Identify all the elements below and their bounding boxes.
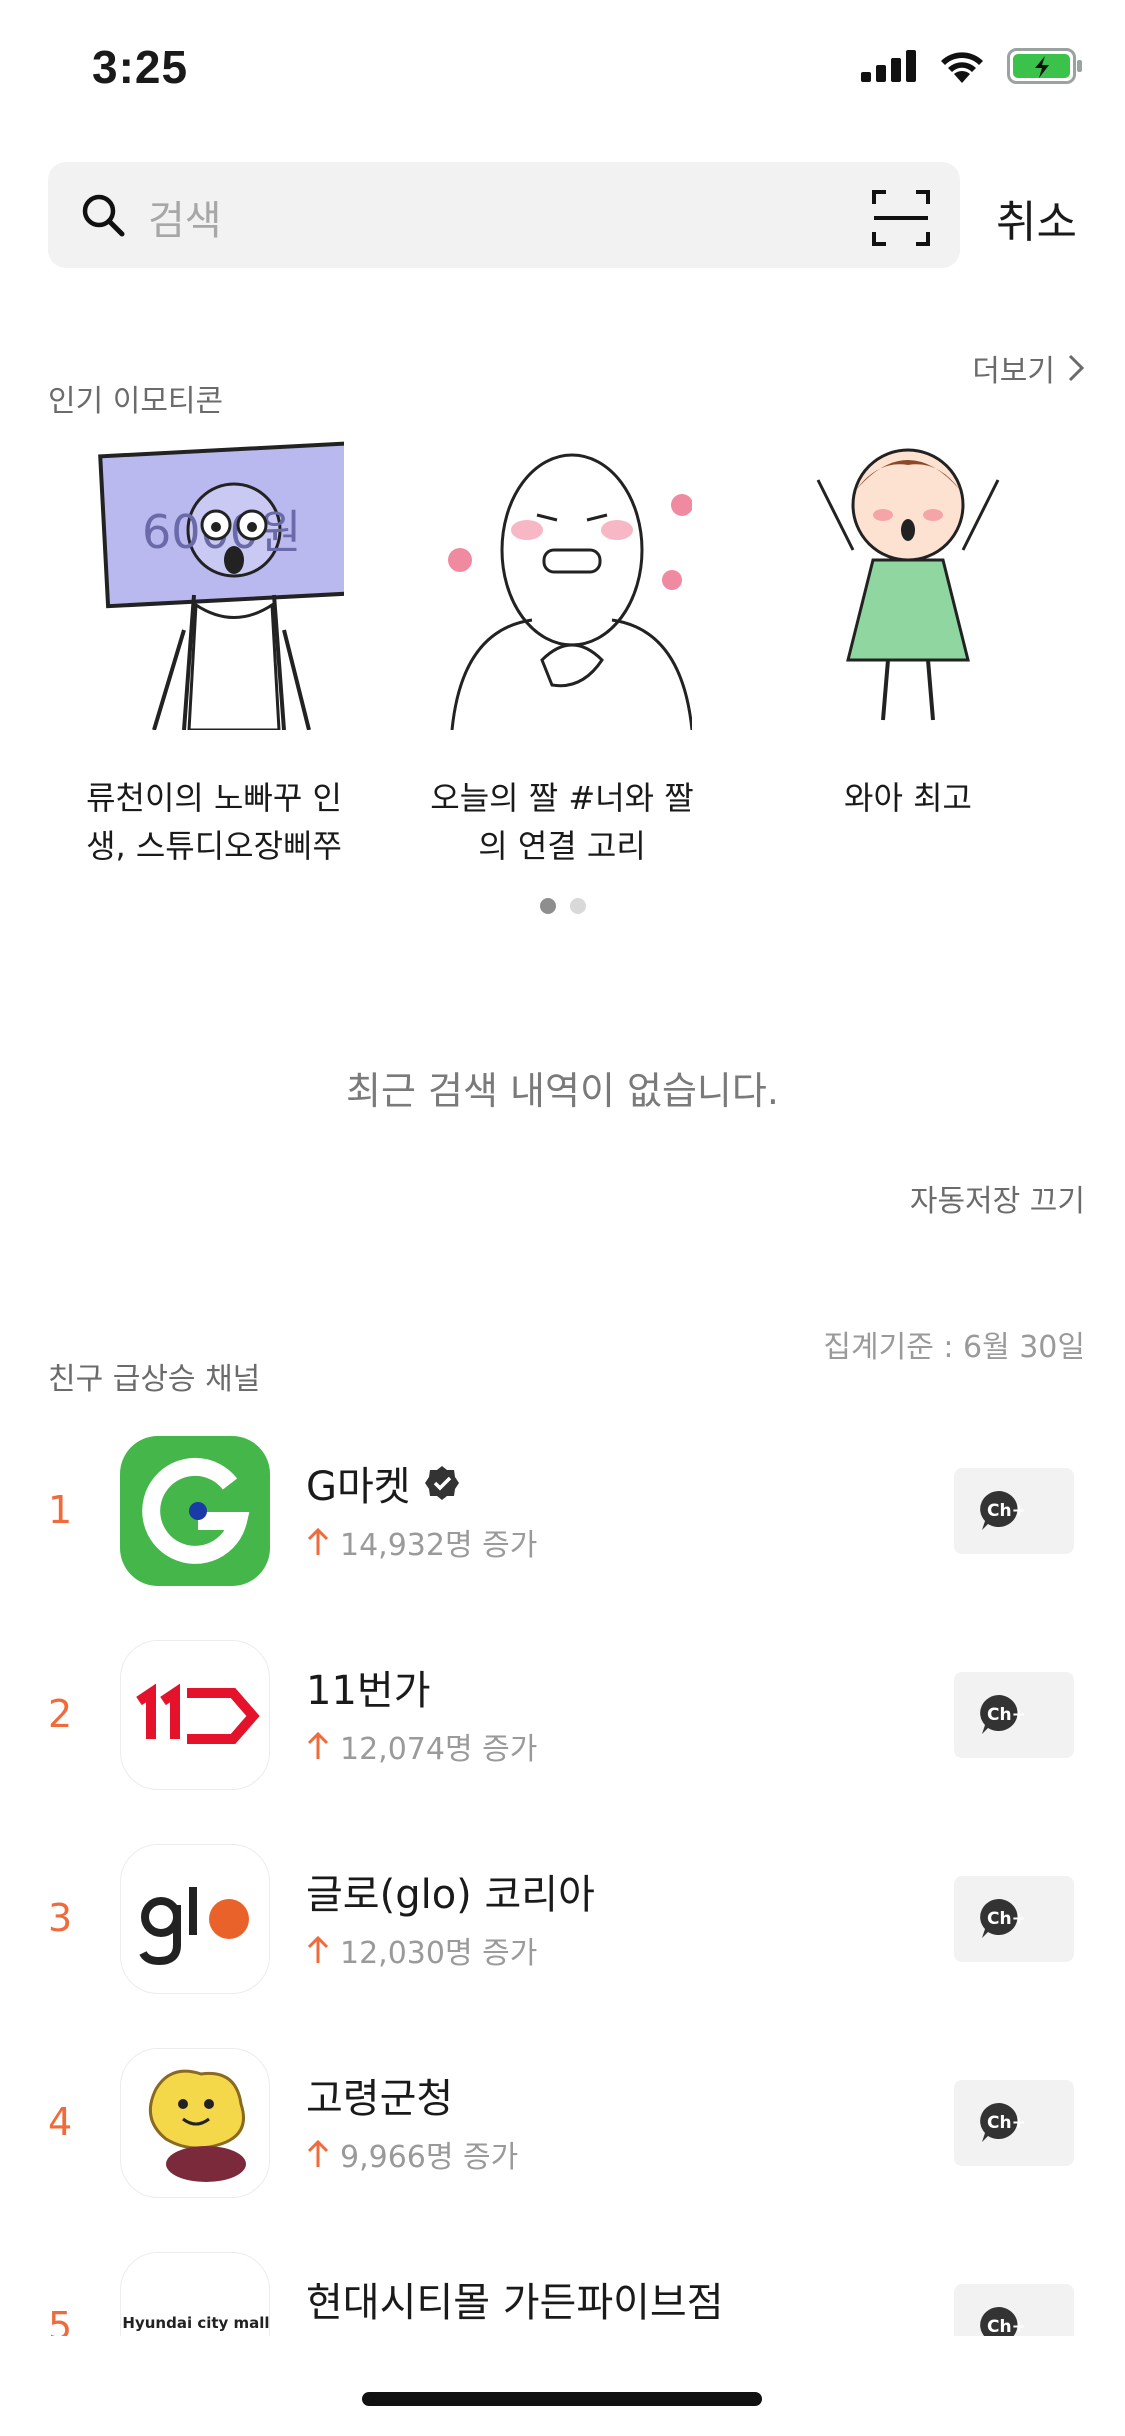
channel-name: 11번가 [306,1668,431,1714]
add-channel-button[interactable]: Ch+ [954,2080,1074,2166]
recent-search-empty-text: 최근 검색 내역이 없습니다. [346,1069,779,1113]
cancel-button[interactable]: 취소 [996,186,1077,250]
follower-increase: 12,030명 증가 [340,1936,538,1971]
arrow-up-icon [307,1731,329,1759]
rank-number: 4 [48,2100,73,2144]
home-indicator[interactable] [362,2392,762,2406]
11st-logo [120,1640,270,1790]
hyundai-logo-text: Hyundai city mall [122,2314,269,2332]
follower-increase: 14,932명 증가 [340,1528,538,1563]
verified-badge-icon [424,1466,459,1500]
rank-number: 3 [48,1896,73,1940]
aggregation-date: 집계기준 : 6월 30일 [823,1330,1085,1365]
channel-row[interactable]: 4 고령군청 9,966명 증가 Ch+ [0,2048,1125,2208]
popular-emoticons-title: 인기 이모티콘 [48,384,224,419]
emoticon-banknote-character-image: 6000원 [98,441,360,732]
increase-wrap: 12,030명 증가 [306,1928,537,1972]
more-button[interactable]: 더보기 [972,346,1085,390]
channel-name-wrap: G마켓 [306,1454,461,1512]
arrow-up-icon [307,1527,329,1555]
increase-wrap: 9,966명 증가 [306,2132,518,2176]
emoticon-title-line1: 와아 최고 [844,779,972,817]
gmarket-logo [120,1436,270,1586]
increase-wrap: 12,074명 증가 [306,1724,537,1768]
channel-add-icon: Ch+ [980,1899,1026,1938]
channel-row[interactable]: 2 11번가 12,074명 증가 Ch+ [0,1640,1125,1800]
channel-add-label: Ch+ [987,1909,1026,1929]
cellular-signal-icon [861,50,916,82]
page-dot-active [540,898,556,914]
channel-name: 글로(glo) 코리아 [306,1872,595,1918]
channel-name: 고령군청 [306,2076,454,2122]
glo-logo [120,1844,270,1994]
channel-add-icon: Ch+ [980,1491,1026,1530]
autosave-off-button[interactable]: 자동저장 끄기 [910,1176,1085,1220]
channel-name-wrap: 고령군청 [306,2066,453,2124]
channel-add-label: Ch+ [987,2113,1026,2133]
goryeong-mascot-logo [120,2048,270,2198]
emoticon-card-2[interactable]: 오늘의 짤 #너와 짤 의 연결 고리 [402,430,722,870]
page-dot [570,898,586,914]
wifi-icon [941,52,983,83]
channel-add-icon: Ch+ [980,2103,1026,2142]
rising-channels-title: 친구 급상승 채널 [48,1362,261,1397]
arrow-up-icon [307,2139,329,2167]
add-channel-button[interactable]: Ch+ [954,1468,1074,1554]
search-input[interactable]: 검색 [148,188,222,246]
more-label: 더보기 [972,354,1055,389]
add-channel-button[interactable]: Ch+ [954,1672,1074,1758]
emoticon-title-line1: 오늘의 짤 #너와 짤 [430,779,694,817]
search-icon [82,194,125,237]
qr-scan-icon[interactable] [872,190,930,246]
follower-increase: 12,074명 증가 [340,1732,538,1767]
emoticon-title-line2: 의 연결 고리 [478,827,646,865]
channel-name-wrap: 글로(glo) 코리아 [306,1862,595,1920]
channel-add-label: Ch+ [987,2317,1026,2337]
channel-name: G마켓 [306,1464,411,1510]
emoticon-title-line2: 생, 스튜디오장삐쭈 [86,827,342,865]
channel-add-label: Ch+ [987,1705,1026,1725]
channel-row[interactable]: 3 글로(glo) 코리아 12,030명 증가 Ch+ [0,1844,1125,2004]
status-bar: 3:25 [0,0,1125,140]
channel-name-wrap: 현대시티몰 가든파이브점 [306,2270,724,2328]
channel-name: 현대시티몰 가든파이브점 [306,2280,724,2326]
channel-name-wrap: 11번가 [306,1658,431,1716]
status-time: 3:25 [92,41,189,93]
arrow-up-icon [307,1935,329,1963]
channel-add-label: Ch+ [987,1501,1026,1521]
add-channel-button[interactable]: Ch+ [954,1876,1074,1962]
chevron-right-icon [1068,354,1085,382]
bottom-safe-area [0,2336,1125,2436]
emoticon-girl-cheering-image [816,448,1000,721]
battery-charging-icon [1007,48,1082,84]
status-icons [861,48,1083,84]
emoticon-smiling-face-image [448,453,694,731]
carousel-page-indicator [540,898,586,914]
emoticon-card-1[interactable]: 6000원 류천이의 노빠꾸 인 생, 스튜디오장삐쭈 [54,430,374,870]
rank-number: 1 [48,1488,73,1532]
increase-wrap: 14,932명 증가 [306,1520,537,1564]
search-bar[interactable]: 검색 [48,162,960,268]
rank-number: 2 [48,1692,73,1736]
emoticon-title-line1: 류천이의 노빠꾸 인 [86,779,342,817]
channel-add-icon: Ch+ [980,1695,1026,1734]
follower-increase: 9,966명 증가 [340,2140,519,2175]
emoticon-card-3[interactable]: 와아 최고 [748,430,1068,822]
channel-row[interactable]: 1 G마켓 14,932명 증가 Ch+ [0,1436,1125,1596]
